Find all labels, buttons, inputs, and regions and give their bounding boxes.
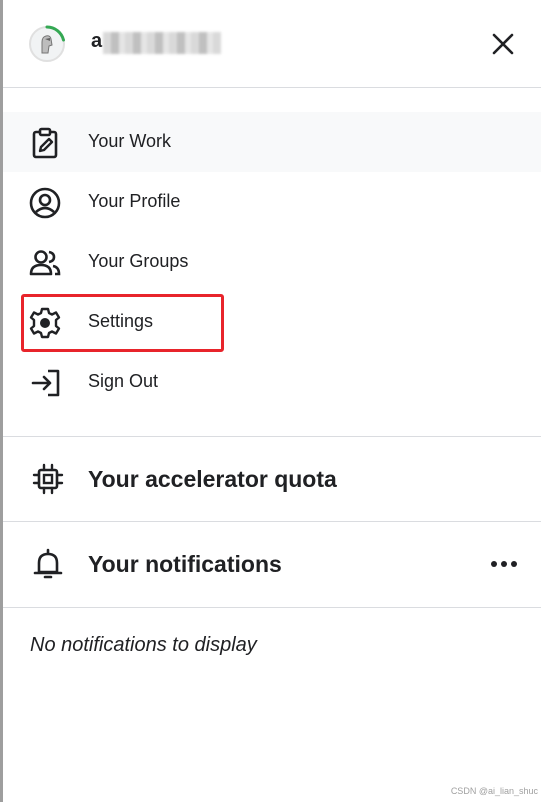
menu-item-label: Your Groups [88,251,189,271]
bell-icon [30,546,66,582]
watermark: CSDN @ai_lian_shuc [450,786,538,796]
sign-out-icon [28,366,62,400]
user-menu-panel: a Your Work Your Profile Your Groups Set… [0,0,541,802]
accelerator-quota-title: Your accelerator quota [88,466,337,492]
user-circle-icon [28,186,62,220]
menu-item-sign-out[interactable]: Sign Out [3,352,541,412]
notifications-title: Your notifications [88,551,282,577]
clipboard-edit-icon [28,126,62,160]
notifications-more-button[interactable] [487,552,521,576]
menu-item-label: Your Profile [88,191,181,211]
divider [3,607,541,608]
close-icon [492,33,514,55]
menu-item-label: Settings [88,311,154,331]
menu-item-label: Your Work [88,131,172,151]
notifications-empty-message: No notifications to display [30,634,257,656]
menu-item-settings[interactable]: Settings [3,292,541,352]
menu-item-your-groups[interactable]: Your Groups [3,232,541,292]
more-horizontal-icon [491,561,517,567]
menu-item-label: Sign Out [88,371,159,391]
user-name-redaction [103,32,221,54]
chip-icon [30,461,66,497]
accelerator-quota-section[interactable]: Your accelerator quota [3,437,541,522]
notifications-section: Your notifications [3,522,541,607]
panel-header: a [3,0,541,88]
menu-item-your-work[interactable]: Your Work [3,112,541,172]
users-icon [28,246,62,280]
close-button[interactable] [489,30,517,58]
avatar[interactable] [28,25,66,63]
account-menu: Your Work Your Profile Your Groups Setti… [3,112,541,412]
user-name: a [91,30,103,52]
avatar-image [29,25,65,62]
menu-item-your-profile[interactable]: Your Profile [3,172,541,232]
gear-icon [28,306,62,340]
